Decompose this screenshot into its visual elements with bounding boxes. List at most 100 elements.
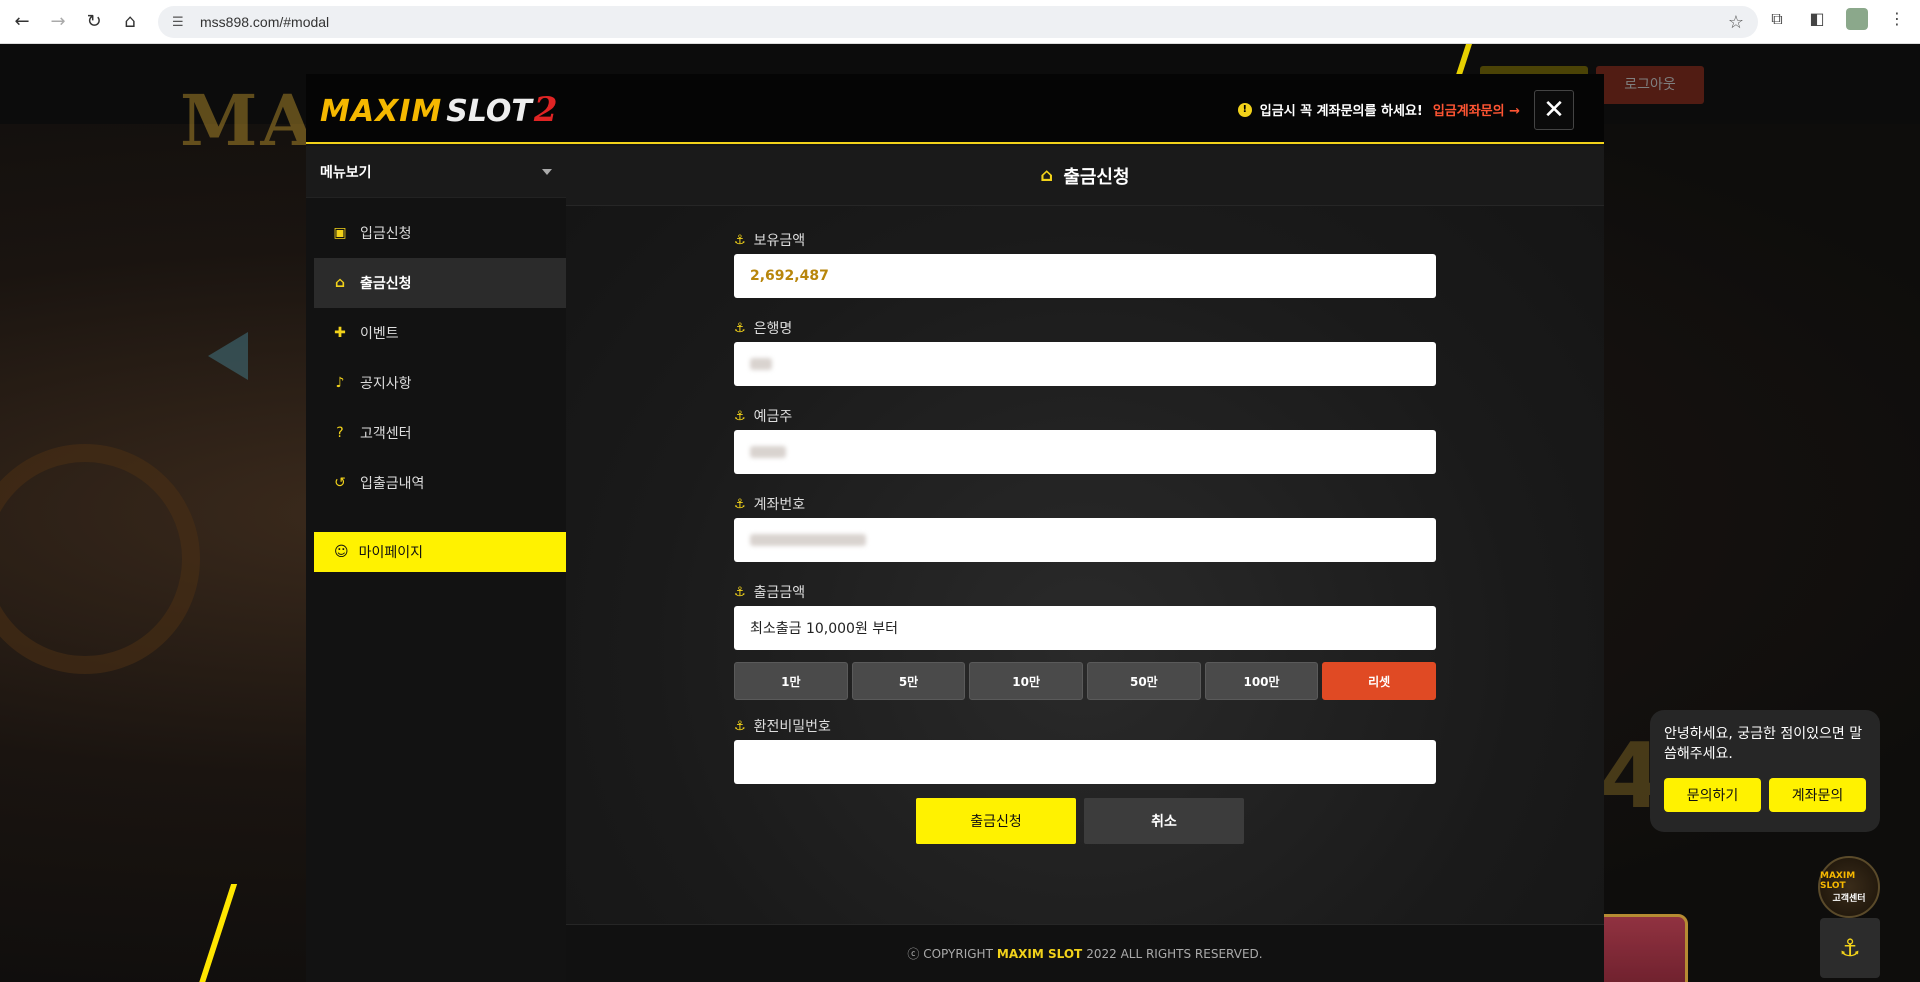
- amount-10k-button[interactable]: 1만: [734, 662, 848, 700]
- money-icon: ▣: [333, 225, 347, 241]
- exchange-password-input[interactable]: [734, 740, 1436, 784]
- ship-wheel-decor: [0, 444, 200, 674]
- deposit-notice: ! 입금시 꼭 계좌문의를 하세요! 입금계좌문의 →: [1237, 100, 1520, 119]
- anchor-icon: ⚓: [734, 408, 746, 424]
- chat-popup: 안녕하세요, 궁금한 점이있으면 말씀해주세요. 문의하기 계좌문의: [1650, 710, 1880, 832]
- menu-toggle-label: 메뉴보기: [320, 164, 372, 181]
- menu-toggle[interactable]: 메뉴보기: [306, 146, 566, 198]
- bank-icon: ⌂: [334, 275, 346, 291]
- cs-badge-label: 고객센터: [1832, 893, 1866, 904]
- account-inquiry-button[interactable]: 계좌문의: [1769, 778, 1866, 812]
- cancel-button[interactable]: 취소: [1084, 798, 1244, 844]
- chat-buttons: 문의하기 계좌문의: [1664, 778, 1866, 812]
- slider-prev-arrow-icon: [208, 332, 248, 380]
- home-icon[interactable]: ⌂: [116, 8, 144, 36]
- account-number-field: [734, 518, 1436, 562]
- copyright-suffix: 2022 ALL RIGHTS RESERVED.: [1086, 946, 1263, 961]
- field-label-password: ⚓ 환전비밀번호: [734, 712, 1436, 740]
- inquiry-button[interactable]: 문의하기: [1664, 778, 1761, 812]
- browser-toolbar: ← → ↻ ⌂ ☰ mss898.com/#modal ☆ ⧉ ◧ ⋮: [0, 0, 1920, 44]
- site-logout-button: 로그아웃: [1596, 66, 1704, 104]
- chat-message: 안녕하세요, 궁금한 점이있으면 말씀해주세요.: [1664, 726, 1863, 762]
- withdraw-modal: MAXIM SLOT 2 ! 입금시 꼭 계좌문의를 하세요! 입금계좌문의 →…: [306, 74, 1604, 982]
- mypage-button[interactable]: ☺ 마이페이지: [314, 532, 566, 572]
- sidebar-item-support[interactable]: ? 고객센터: [314, 408, 566, 458]
- field-label-bank: ⚓ 은행명: [734, 314, 1436, 342]
- account-inquiry-link[interactable]: 입금계좌문의 →: [1433, 100, 1520, 119]
- sidebar-item-withdraw[interactable]: ⌂ 출금신청: [314, 258, 566, 308]
- logo-number: 2: [533, 90, 558, 130]
- bank-label: 은행명: [753, 321, 793, 337]
- amount-1m-button[interactable]: 100만: [1204, 662, 1319, 700]
- sidebar-item-label: 출금신청: [360, 276, 412, 292]
- field-label-amount: ⚓ 출금금액: [734, 578, 1436, 606]
- redacted-text: [750, 534, 866, 546]
- menu-kebab-icon[interactable]: ⋮: [1886, 8, 1908, 30]
- profile-avatar[interactable]: [1846, 8, 1868, 30]
- anchor-icon: ⚓: [734, 496, 746, 512]
- amount-50k-button[interactable]: 5만: [851, 662, 966, 700]
- sidebar-item-notice[interactable]: ♪ 공지사항: [314, 358, 566, 408]
- copyright-brand: MAXIM SLOT: [996, 946, 1083, 961]
- form-actions: 출금신청 취소: [916, 798, 1244, 844]
- copyright-prefix: ⓒ COPYRIGHT: [907, 947, 993, 961]
- bookmark-star-icon[interactable]: ☆: [1728, 12, 1744, 33]
- chevron-down-icon: [542, 168, 552, 175]
- sidepanel-icon[interactable]: ◧: [1806, 8, 1828, 30]
- anchor-icon[interactable]: ⚓: [1820, 918, 1880, 978]
- password-label: 환전비밀번호: [753, 719, 831, 735]
- modal-header: MAXIM SLOT 2 ! 입금시 꼭 계좌문의를 하세요! 입금계좌문의 →…: [306, 74, 1604, 144]
- info-icon: !: [1237, 102, 1252, 117]
- field-label-holder: ⚓ 예금주: [734, 402, 1436, 430]
- url-text[interactable]: mss898.com/#modal: [200, 14, 329, 30]
- anchor-icon: ⚓: [734, 232, 746, 248]
- withdraw-amount-input[interactable]: 최소출금 10,000원 부터: [734, 606, 1436, 650]
- menu-list: ▣ 입금신청 ⌂ 출금신청 ✚ 이벤트 ♪ 공지사항 ? 고객센터 ↺ 입출금내…: [306, 208, 566, 508]
- main-content: ⌂ 출금신청 ⚓ 보유금액 2,692,487 ⚓ 은행명 ⚓ 예금주 ⚓ 계좌…: [566, 146, 1604, 982]
- address-bar[interactable]: ☰ mss898.com/#modal ☆: [158, 6, 1758, 38]
- sidebar-item-label: 이벤트: [360, 326, 399, 342]
- bank-name-field: [734, 342, 1436, 386]
- mypage-label: 마이페이지: [358, 545, 424, 561]
- gift-icon: ✚: [334, 325, 346, 341]
- amount-button-group: 1만 5만 10만 50만 100만 리셋: [734, 662, 1437, 700]
- decor-line: [188, 884, 238, 982]
- bank-icon: ⌂: [1040, 165, 1054, 186]
- balance-label: 보유금액: [753, 233, 806, 249]
- reload-icon[interactable]: ↻: [80, 8, 108, 36]
- notice-message: 입금시 꼭 계좌문의를 하세요!: [1259, 104, 1423, 119]
- redacted-text: [750, 446, 786, 458]
- account-holder-field: [734, 430, 1436, 474]
- logo-maxim: MAXIM: [320, 94, 443, 129]
- balance-field: 2,692,487: [734, 254, 1436, 298]
- sidebar-item-label: 고객센터: [360, 426, 412, 442]
- holder-label: 예금주: [753, 409, 793, 425]
- forward-icon[interactable]: →: [44, 8, 72, 36]
- field-label-account: ⚓ 계좌번호: [734, 490, 1436, 518]
- extensions-icon[interactable]: ⧉: [1766, 8, 1788, 30]
- redacted-text: [750, 358, 772, 370]
- page-title: 출금신청: [1063, 166, 1130, 188]
- back-icon[interactable]: ←: [8, 8, 36, 36]
- submit-withdraw-button[interactable]: 출금신청: [916, 798, 1076, 844]
- sidebar-item-history[interactable]: ↺ 입출금내역: [314, 458, 566, 508]
- user-settings-icon: ☺: [334, 544, 349, 560]
- sidebar-item-label: 공지사항: [360, 376, 412, 392]
- logo-slot: SLOT: [446, 94, 532, 129]
- amount-100k-button[interactable]: 10만: [969, 662, 1084, 700]
- sidebar-item-label: 입출금내역: [360, 476, 425, 492]
- sidebar-item-deposit[interactable]: ▣ 입금신청: [314, 208, 566, 258]
- page-header: ⌂ 출금신청: [566, 146, 1604, 206]
- site-info-icon[interactable]: ☰: [172, 15, 186, 30]
- sidebar-item-event[interactable]: ✚ 이벤트: [314, 308, 566, 358]
- withdraw-form: ⚓ 보유금액 2,692,487 ⚓ 은행명 ⚓ 예금주 ⚓ 계좌번호 ⚓ 출금…: [734, 226, 1437, 800]
- close-button[interactable]: ✕: [1534, 90, 1574, 130]
- amount-reset-button[interactable]: 리셋: [1322, 662, 1437, 700]
- modal-logo: MAXIM SLOT 2: [320, 90, 558, 130]
- amount-label: 출금금액: [753, 585, 806, 601]
- amount-500k-button[interactable]: 50만: [1087, 662, 1201, 700]
- anchor-icon: ⚓: [734, 718, 746, 734]
- anchor-icon: ⚓: [734, 320, 746, 336]
- customer-center-badge[interactable]: MAXIM SLOT 고객센터: [1818, 856, 1880, 918]
- help-icon: ?: [336, 425, 344, 441]
